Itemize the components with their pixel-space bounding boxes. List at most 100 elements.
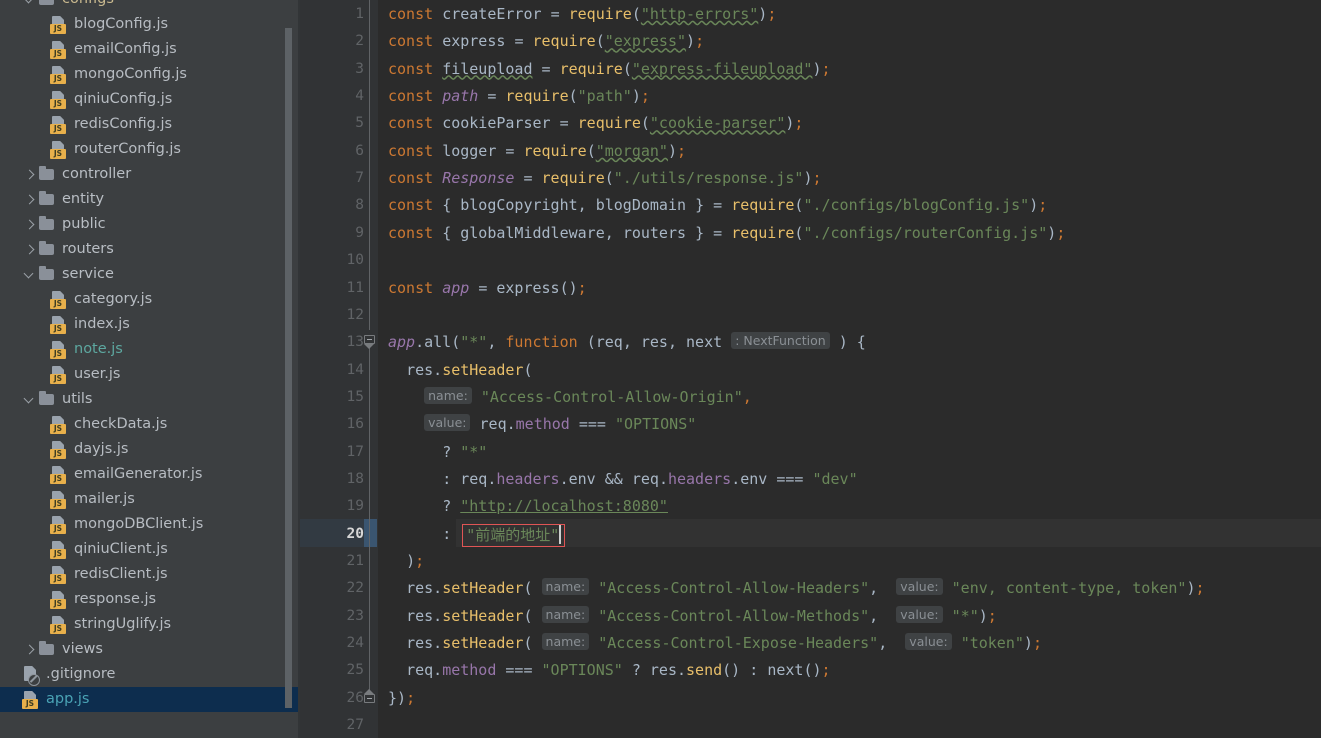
tree-item[interactable]: routerConfig.js (0, 137, 300, 162)
tree-item[interactable]: configs (0, 0, 300, 12)
line-number[interactable]: 18 (304, 465, 364, 493)
fold-collapse-end-icon[interactable] (364, 693, 375, 703)
tree-item[interactable]: mailer.js (0, 487, 300, 512)
tree-item[interactable]: public (0, 212, 300, 237)
tree-item[interactable]: qiniuClient.js (0, 537, 300, 562)
line-number[interactable]: 13 (304, 328, 364, 356)
code-line[interactable]: res.setHeader( name: "Access-Control-All… (388, 574, 1205, 602)
code-line[interactable]: const app = express(); (388, 274, 587, 302)
tree-item[interactable]: user.js (0, 362, 300, 387)
code-line[interactable]: res.setHeader( (388, 356, 532, 384)
code-line[interactable]: const logger = require("morgan"); (388, 137, 686, 165)
line-number[interactable]: 1 (304, 0, 364, 28)
code-line[interactable]: : "前端的地址" (388, 520, 566, 548)
tree-item[interactable]: controller (0, 162, 300, 187)
chevron-right-icon[interactable] (22, 637, 38, 662)
line-number[interactable]: 7 (304, 164, 364, 192)
tree-item[interactable]: category.js (0, 287, 300, 312)
line-number[interactable]: 10 (304, 246, 364, 274)
project-tree-panel[interactable]: configs blogConfig.js emailConfig.js mongoC… (0, 0, 300, 738)
line-number[interactable]: 3 (304, 55, 364, 83)
code-line[interactable]: const createError = require("http-errors… (388, 0, 776, 28)
tree-item[interactable]: utils (0, 387, 300, 412)
code-line[interactable]: const cookieParser = require("cookie-par… (388, 109, 803, 137)
code-line[interactable]: ? "*" (388, 438, 487, 466)
chevron-right-icon[interactable] (22, 162, 38, 187)
code-line[interactable]: value: req.method === "OPTIONS" (388, 410, 696, 438)
editor-gutter[interactable]: 1 2 3 4 5 6 7 8 9 10 11 12 13 14 15 16 17 18 19 20 21 22 23 24 2… (300, 0, 378, 738)
line-number[interactable]: 25 (304, 656, 364, 684)
tree-item[interactable]: .gitignore (0, 662, 300, 687)
code-content[interactable]: const createError = require("http-errors… (378, 0, 1321, 738)
line-number[interactable]: 15 (304, 383, 364, 411)
line-number[interactable]: 24 (304, 629, 364, 657)
line-number[interactable]: 27 (304, 711, 364, 738)
code-line[interactable]: ? "http://localhost:8080" (388, 492, 668, 520)
tree-item[interactable]: routers (0, 237, 300, 262)
code-line[interactable]: const { globalMiddleware, routers } = re… (388, 219, 1065, 247)
tree-item[interactable]: blogConfig.js (0, 12, 300, 37)
tree-item[interactable]: emailConfig.js (0, 37, 300, 62)
code-line[interactable]: req.method === "OPTIONS" ? res.send() : … (388, 656, 830, 684)
line-number[interactable]: 17 (304, 438, 364, 466)
line-number[interactable]: 20 (304, 520, 364, 548)
code-line[interactable]: res.setHeader( name: "Access-Control-Exp… (388, 629, 1042, 657)
chevron-down-icon[interactable] (22, 0, 38, 12)
code-line[interactable]: const { blogCopyright, blogDomain } = re… (388, 191, 1047, 219)
line-number[interactable]: 2 (304, 27, 364, 55)
tree-item[interactable]: stringUglify.js (0, 612, 300, 637)
code-line[interactable]: app.all("*", function (req, res, next : … (388, 328, 866, 356)
line-number[interactable]: 16 (304, 410, 364, 438)
folder-icon (38, 637, 56, 662)
line-number[interactable]: 9 (304, 219, 364, 247)
line-number[interactable]: 12 (304, 301, 364, 329)
line-number[interactable]: 11 (304, 274, 364, 302)
code-line[interactable]: }); (388, 684, 415, 712)
tree-item[interactable]: index.js (0, 312, 300, 337)
line-number[interactable]: 14 (304, 356, 364, 384)
sidebar-scrollbar[interactable] (285, 28, 292, 708)
tree-item-selected[interactable]: app.js (0, 687, 300, 712)
line-number[interactable]: 22 (304, 574, 364, 602)
tree-item[interactable]: emailGenerator.js (0, 462, 300, 487)
js-file-icon (50, 312, 68, 337)
tree-item[interactable]: qiniuConfig.js (0, 87, 300, 112)
tree-item[interactable]: checkData.js (0, 412, 300, 437)
chevron-right-icon[interactable] (22, 212, 38, 237)
code-line[interactable]: : req.headers.env && req.headers.env ===… (388, 465, 857, 493)
chevron-down-icon[interactable] (22, 387, 38, 412)
tree-item[interactable]: views (0, 637, 300, 662)
line-number[interactable]: 5 (304, 109, 364, 137)
code-line[interactable]: const path = require("path"); (388, 82, 650, 110)
panel-divider[interactable] (298, 0, 300, 738)
error-highlight[interactable]: "前端的地址" (462, 523, 566, 547)
line-number[interactable]: 21 (304, 547, 364, 575)
tree-item[interactable]: note.js (0, 337, 300, 362)
line-number[interactable]: 4 (304, 82, 364, 110)
tree-item[interactable]: response.js (0, 587, 300, 612)
tree-item[interactable]: service (0, 262, 300, 287)
tree-item[interactable]: entity (0, 187, 300, 212)
line-number[interactable]: 19 (304, 492, 364, 520)
fold-arrow-down-icon[interactable] (364, 344, 374, 350)
line-number[interactable]: 6 (304, 137, 364, 165)
fold-collapse-icon[interactable] (364, 335, 375, 345)
tree-item[interactable]: dayjs.js (0, 437, 300, 462)
tree-item[interactable]: redisClient.js (0, 562, 300, 587)
line-number[interactable]: 8 (304, 191, 364, 219)
tree-item[interactable]: mongoDBClient.js (0, 512, 300, 537)
code-line[interactable]: name: "Access-Control-Allow-Origin", (388, 383, 752, 411)
code-line[interactable]: ); (388, 547, 424, 575)
code-line[interactable]: const fileupload = require("express-file… (388, 55, 831, 83)
chevron-down-icon[interactable] (22, 262, 38, 287)
tree-item[interactable]: mongoConfig.js (0, 62, 300, 87)
line-number[interactable]: 26 (304, 684, 364, 712)
chevron-right-icon[interactable] (22, 237, 38, 262)
chevron-right-icon[interactable] (22, 187, 38, 212)
tree-item[interactable]: redisConfig.js (0, 112, 300, 137)
code-line[interactable]: const Response = require("./utils/respon… (388, 164, 822, 192)
line-number[interactable]: 23 (304, 602, 364, 630)
code-line[interactable]: res.setHeader( name: "Access-Control-All… (388, 602, 997, 630)
code-editor[interactable]: 1 2 3 4 5 6 7 8 9 10 11 12 13 14 15 16 17 18 19 20 21 22 23 24 2… (300, 0, 1321, 738)
code-line[interactable]: const express = require("express"); (388, 27, 704, 55)
